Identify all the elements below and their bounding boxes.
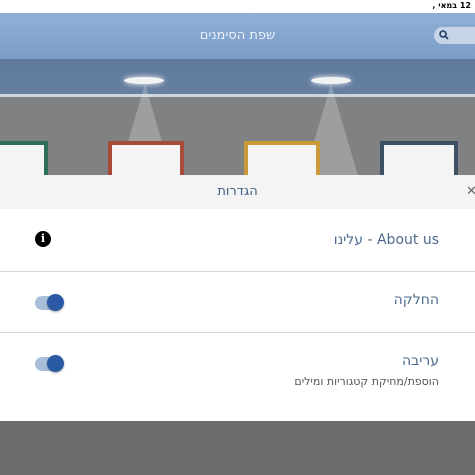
toggle-knob — [47, 294, 64, 311]
status-date: 12 במאי , — [432, 1, 471, 10]
category-board[interactable] — [244, 141, 320, 175]
ceiling-lamp — [124, 77, 164, 84]
swipe-label: החלקה — [393, 292, 439, 308]
category-board[interactable] — [0, 141, 48, 175]
about-us-label: About us - עלינו — [333, 232, 439, 248]
app-header: שפת הסימנים — [0, 13, 475, 59]
swipe-toggle[interactable] — [35, 294, 64, 311]
close-icon[interactable]: ✕ — [466, 184, 475, 199]
category-board[interactable] — [380, 141, 458, 175]
settings-title: הגדרות — [217, 184, 258, 199]
settings-row-about[interactable]: i About us - עלינו — [0, 209, 475, 271]
edit-toggle[interactable] — [35, 355, 64, 372]
edit-description: הוספת/מחיקת קטגוריות ומילים — [294, 375, 439, 388]
status-bar: 12 במאי , — [0, 0, 475, 13]
info-icon[interactable]: i — [35, 231, 51, 247]
settings-sheet: הגדרות ✕ i About us - עלינו החלקה עריבה … — [0, 175, 475, 421]
settings-header: הגדרות ✕ — [0, 175, 475, 209]
category-shelf-background — [0, 59, 475, 175]
search-field[interactable] — [434, 27, 475, 44]
app-title: שפת הסימנים — [199, 28, 276, 43]
category-board[interactable] — [108, 141, 184, 175]
edit-label: עריבה — [401, 353, 439, 369]
dimmed-overlay[interactable] — [0, 421, 475, 475]
search-icon — [439, 30, 449, 40]
settings-row-swipe: החלקה — [0, 272, 475, 332]
ceiling-lamp — [311, 77, 351, 84]
toggle-knob — [47, 355, 64, 372]
settings-row-edit: עריבה הוספת/מחיקת קטגוריות ומילים — [0, 333, 475, 413]
